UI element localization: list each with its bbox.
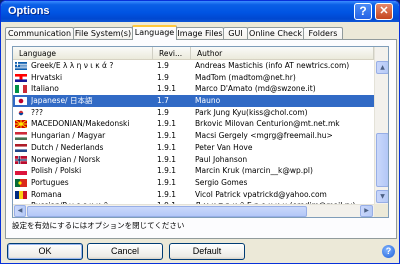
author-name: MadTom (madtom@net.hr) <box>195 72 296 82</box>
language-row-korea[interactable]: ??? 1.9 Park Jung Kyu(kiss@chol.com) <box>13 107 374 119</box>
scroll-up-button[interactable]: ▲ <box>376 61 388 74</box>
tab-language[interactable]: Language <box>132 25 177 40</box>
author-name: Marcin Kruk (marcin__k@wp.pl) <box>195 166 313 176</box>
poland-flag-icon <box>15 167 27 176</box>
revision-number: 1.7 <box>157 96 169 106</box>
vertical-scrollbar[interactable]: ▲ ▼ <box>374 47 388 204</box>
window-title: Options <box>8 5 50 17</box>
language-row-norway[interactable]: Norwegian / Norsk 1.9.1 Paul Johanson <box>13 154 374 166</box>
language-row-croatia[interactable]: Hrvatski 1.9 MadTom (madtom@net.hr) <box>13 72 374 84</box>
language-rows: Greek/Ε λ λ η ν ι κ ά ? 1.9 Andreas Mastic… <box>13 60 374 212</box>
tab-online-check[interactable]: Online Check <box>247 27 304 39</box>
author-name: Sergio Gomes <box>195 177 248 187</box>
author-name: Vicol Patrick vpatrickd@yahoo.com <box>195 189 327 199</box>
language-name: Hrvatski <box>31 72 63 82</box>
revision-number: 1.9.1 <box>157 177 177 187</box>
language-name: Italiano <box>31 84 59 94</box>
netherlands-flag-icon <box>15 143 27 152</box>
revision-number: 1.9.1 <box>157 131 177 141</box>
author-name: Brkovic Milovan Centurion@mt.net.mk <box>195 119 340 129</box>
title-help-button[interactable]: ? <box>354 3 372 20</box>
revision-number: 1.9.1 <box>157 189 177 199</box>
revision-number: 1.9 <box>157 61 169 70</box>
author-name: Andreas Mastichis (info AT newtrics.com) <box>195 61 350 70</box>
language-row-portugal[interactable]: Portugues 1.9.1 Sergio Gomes <box>13 177 374 189</box>
croatia-flag-icon <box>15 73 27 82</box>
language-row-italy[interactable]: Italiano 1.9.1 Marco D'Amato (md@swzone.it… <box>13 83 374 95</box>
scroll-left-button[interactable]: ◀ <box>14 205 26 217</box>
author-name: Park Jung Kyu(kiss@chol.com) <box>195 107 308 117</box>
scroll-corner <box>374 204 388 217</box>
revision-number: 1.9.1 <box>157 84 177 94</box>
language-row-romania[interactable]: Romana 1.9.1 Vicol Patrick vpatrickd@yahoo… <box>13 189 374 201</box>
language-name: MACEDONIAN/Makedonski <box>31 119 130 129</box>
scroll-right-button[interactable]: ▶ <box>360 205 373 217</box>
language-name: Polish / Polski <box>31 166 82 176</box>
author-name: Paul Johanson <box>195 154 248 164</box>
portugal-flag-icon <box>15 178 27 187</box>
tab-gui[interactable]: GUI <box>223 27 248 39</box>
status-message: 設定を有効にするにはオプションを閉じてください <box>12 221 185 230</box>
revision-number: 1.9.1 <box>157 119 177 129</box>
author-name: Peter Van Hove <box>195 142 253 152</box>
language-name: Hungarian / Magyar <box>31 131 106 141</box>
language-name: ??? <box>31 107 43 117</box>
romania-flag-icon <box>15 190 27 199</box>
column-header-author[interactable]: Author <box>191 47 374 60</box>
language-list[interactable]: Language Revi... Author Greek/Ε λ λ η ν … <box>12 46 389 218</box>
tab-file-systems[interactable]: File System(s) <box>73 27 133 39</box>
language-name: Romana <box>31 189 62 199</box>
language-row-japan[interactable]: Japanese/ 日本語 1.7 Mauno <box>13 95 374 107</box>
language-name: Greek/Ε λ λ η ν ι κ ά ? <box>31 61 114 70</box>
vertical-scroll-thumb[interactable] <box>376 133 388 187</box>
language-row-poland[interactable]: Polish / Polski 1.9.1 Marcin Kruk (marcin_… <box>13 165 374 177</box>
language-name: Dutch / Nederlands <box>31 142 104 152</box>
korea-flag-icon <box>15 108 27 117</box>
greece-flag-icon <box>15 62 27 70</box>
language-name: Portugues <box>31 177 69 187</box>
language-name: Japanese/ 日本語 <box>31 96 93 106</box>
help-icon[interactable]: ? <box>382 245 395 258</box>
title-bar[interactable]: Options ? ✕ <box>1 1 399 22</box>
default-button[interactable]: Default <box>169 243 245 260</box>
author-name: Mauno <box>195 96 221 106</box>
options-dialog: Options ? ✕ Communication File System(s)… <box>0 0 400 264</box>
scroll-down-button[interactable]: ▼ <box>376 190 388 203</box>
horizontal-scroll-thumb[interactable] <box>27 206 307 217</box>
language-row-macedonia[interactable]: MACEDONIAN/Makedonski 1.9.1 Brkovic Milova… <box>13 118 374 130</box>
language-panel: Language Revi... Author Greek/Ε λ λ η ν … <box>5 39 397 239</box>
tab-folders[interactable]: Folders <box>303 27 343 39</box>
italy-flag-icon <box>15 85 27 94</box>
revision-number: 1.9.1 <box>157 166 177 176</box>
ok-button[interactable]: OK <box>7 243 83 260</box>
cancel-button[interactable]: Cancel <box>87 243 163 260</box>
tab-image-files[interactable]: Image Files <box>176 27 224 39</box>
author-name: Macsi Gergely <mgrg@freemail.hu> <box>195 131 333 141</box>
norway-flag-icon <box>15 155 27 164</box>
macedonia-flag-icon <box>15 120 27 129</box>
revision-number: 1.9.1 <box>157 142 177 152</box>
revision-number: 1.9.1 <box>157 154 177 164</box>
revision-number: 1.9 <box>157 107 169 117</box>
hungary-flag-icon <box>15 132 27 141</box>
tab-strip: Communication File System(s) Language Im… <box>5 25 397 40</box>
language-row-hungary[interactable]: Hungarian / Magyar 1.9.1 Macsi Gergely <mg… <box>13 130 374 142</box>
tab-communication[interactable]: Communication <box>5 27 74 39</box>
language-row-greece[interactable]: Greek/Ε λ λ η ν ι κ ά ? 1.9 Andreas Mastic… <box>13 60 374 72</box>
language-name: Norwegian / Norsk <box>31 154 101 164</box>
language-row-netherlands[interactable]: Dutch / Nederlands 1.9.1 Peter Van Hove <box>13 142 374 154</box>
horizontal-scrollbar[interactable]: ◀ ▶ <box>13 204 374 217</box>
revision-number: 1.9 <box>157 72 169 82</box>
author-name: Marco D'Amato (md@swzone.it) <box>195 84 316 94</box>
column-header-revision[interactable]: Revi... <box>153 47 191 60</box>
close-button[interactable]: ✕ <box>375 3 393 20</box>
japan-flag-icon <box>15 97 27 106</box>
column-header-language[interactable]: Language <box>13 47 153 60</box>
